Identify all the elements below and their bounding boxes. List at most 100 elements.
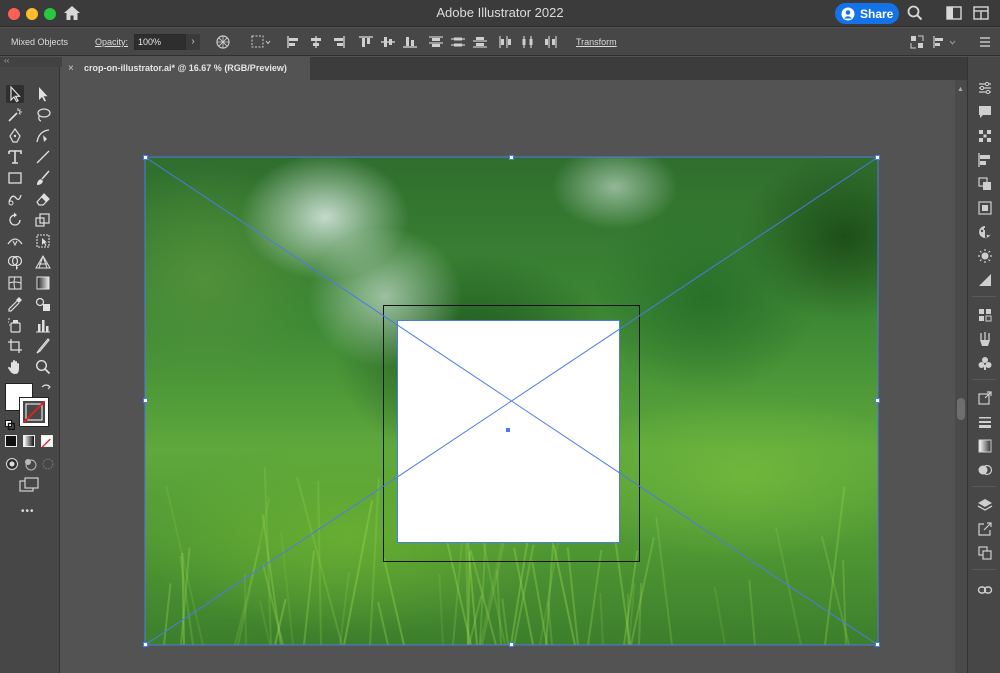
selection-handle[interactable]: [875, 642, 880, 647]
brushes-icon[interactable]: [977, 331, 993, 347]
maximize-window-button[interactable]: [44, 8, 56, 20]
curvature-tool-icon[interactable]: [34, 127, 52, 145]
minimize-window-button[interactable]: [26, 8, 38, 20]
toolbar-collapse-bar[interactable]: ‹‹: [0, 56, 62, 67]
color-mode-icon[interactable]: [5, 435, 17, 447]
symbol-sprayer-tool-icon[interactable]: [6, 316, 24, 334]
distribute-vertical-center-icon[interactable]: [450, 35, 466, 49]
opacity-input[interactable]: [134, 34, 186, 50]
screen-mode-icon[interactable]: [19, 477, 39, 493]
selection-handle[interactable]: [143, 155, 148, 160]
stroke-swatch[interactable]: [19, 397, 49, 427]
selection-handle[interactable]: [143, 642, 148, 647]
direct-selection-tool-icon[interactable]: [34, 85, 52, 103]
line-segment-tool-icon[interactable]: [34, 148, 52, 166]
align-top-icon[interactable]: [358, 35, 374, 49]
control-bar-menu-icon[interactable]: [978, 35, 992, 49]
search-icon[interactable]: [907, 5, 923, 21]
align-to-icon[interactable]: [251, 35, 271, 49]
rectangle-tool-icon[interactable]: [6, 169, 24, 187]
align-horizontal-center-icon[interactable]: [308, 35, 324, 49]
scale-tool-icon[interactable]: [34, 211, 52, 229]
shape-builder-tool-icon[interactable]: [6, 253, 24, 271]
workspace-switcher-icon[interactable]: [973, 6, 989, 20]
transform-link[interactable]: Transform: [576, 37, 617, 47]
properties-icon[interactable]: [977, 80, 993, 96]
blend-tool-icon[interactable]: [34, 295, 52, 313]
perspective-grid-tool-icon[interactable]: [34, 253, 52, 271]
none-mode-icon[interactable]: [41, 435, 53, 448]
align-right-icon[interactable]: [330, 35, 346, 49]
distribute-left-icon[interactable]: [498, 35, 514, 49]
align-panel-icon[interactable]: [977, 152, 993, 168]
selection-tool-icon[interactable]: [6, 85, 24, 103]
rotate-tool-icon[interactable]: [6, 211, 24, 229]
artboard-tool-icon[interactable]: [6, 337, 24, 355]
transparency-icon[interactable]: [977, 462, 993, 478]
column-graph-tool-icon[interactable]: [34, 316, 52, 334]
scroll-up-icon[interactable]: ▲: [957, 86, 964, 93]
symbols-icon[interactable]: [977, 355, 993, 371]
zoom-tool-icon[interactable]: [34, 358, 52, 376]
export-icon[interactable]: [977, 521, 993, 537]
transform-panel-icon[interactable]: [977, 200, 993, 216]
libraries-icon[interactable]: [977, 128, 993, 144]
shaper-tool-icon[interactable]: [6, 190, 24, 208]
default-fill-stroke-icon[interactable]: [5, 417, 16, 431]
distribute-right-icon[interactable]: [542, 35, 558, 49]
hand-tool-icon[interactable]: [6, 358, 24, 376]
pen-tool-icon[interactable]: [6, 127, 24, 145]
gradient-swatch-icon[interactable]: [977, 438, 993, 454]
mesh-tool-icon[interactable]: [6, 274, 24, 292]
artboards-icon[interactable]: [977, 545, 993, 561]
links-icon[interactable]: [977, 582, 993, 598]
asset-export-icon[interactable]: [977, 390, 993, 406]
gradient-mode-icon[interactable]: [23, 435, 35, 447]
arrange-icon[interactable]: [932, 35, 958, 49]
vertical-scrollbar[interactable]: ▲: [955, 80, 967, 673]
home-icon[interactable]: [62, 4, 82, 22]
paintbrush-tool-icon[interactable]: [34, 169, 52, 187]
swap-fill-stroke-icon[interactable]: [40, 382, 52, 394]
edit-toolbar-icon[interactable]: •••: [21, 506, 35, 517]
recolor-artwork-icon[interactable]: [216, 35, 230, 49]
swatches-icon[interactable]: [977, 307, 993, 323]
selection-handle[interactable]: [875, 155, 880, 160]
align-vertical-center-icon[interactable]: [380, 35, 396, 49]
distribute-top-icon[interactable]: [428, 35, 444, 49]
close-tab-icon[interactable]: ×: [68, 63, 74, 74]
selection-handle[interactable]: [509, 642, 514, 647]
eyedropper-tool-icon[interactable]: [6, 295, 24, 313]
lasso-tool-icon[interactable]: [34, 106, 52, 124]
close-window-button[interactable]: [8, 8, 20, 20]
gradient-panel-icon[interactable]: [977, 272, 993, 288]
free-transform-tool-icon[interactable]: [34, 232, 52, 250]
draw-normal-icon[interactable]: [5, 457, 19, 471]
selection-handle[interactable]: [143, 398, 148, 403]
arrange-documents-icon[interactable]: [946, 6, 962, 20]
comments-icon[interactable]: [977, 104, 993, 120]
align-bottom-icon[interactable]: [402, 35, 418, 49]
stroke-panel-icon[interactable]: [977, 414, 993, 430]
type-tool-icon[interactable]: [6, 148, 24, 166]
opacity-label[interactable]: Opacity:: [95, 37, 128, 47]
appearance-icon[interactable]: [977, 248, 993, 264]
slice-tool-icon[interactable]: [34, 337, 52, 355]
draw-behind-icon[interactable]: [23, 457, 37, 471]
distribute-bottom-icon[interactable]: [472, 35, 488, 49]
gradient-tool-icon[interactable]: [34, 274, 52, 292]
magic-wand-tool-icon[interactable]: [6, 106, 24, 124]
distribute-horizontal-center-icon[interactable]: [520, 35, 536, 49]
eraser-tool-icon[interactable]: [34, 190, 52, 208]
align-left-icon[interactable]: [286, 35, 302, 49]
selection-handle[interactable]: [509, 155, 514, 160]
vertical-scroll-thumb[interactable]: [957, 398, 965, 420]
selection-handle[interactable]: [875, 398, 880, 403]
share-button[interactable]: Share: [835, 3, 899, 24]
white-square-shape[interactable]: [397, 320, 620, 543]
document-tab[interactable]: × crop-on-illustrator.ai* @ 16.67 % (RGB…: [62, 57, 310, 80]
width-tool-icon[interactable]: [6, 232, 24, 250]
opacity-dropdown-button[interactable]: ›: [186, 34, 200, 50]
pathfinder-icon[interactable]: [977, 176, 993, 192]
draw-inside-icon[interactable]: [41, 457, 55, 471]
